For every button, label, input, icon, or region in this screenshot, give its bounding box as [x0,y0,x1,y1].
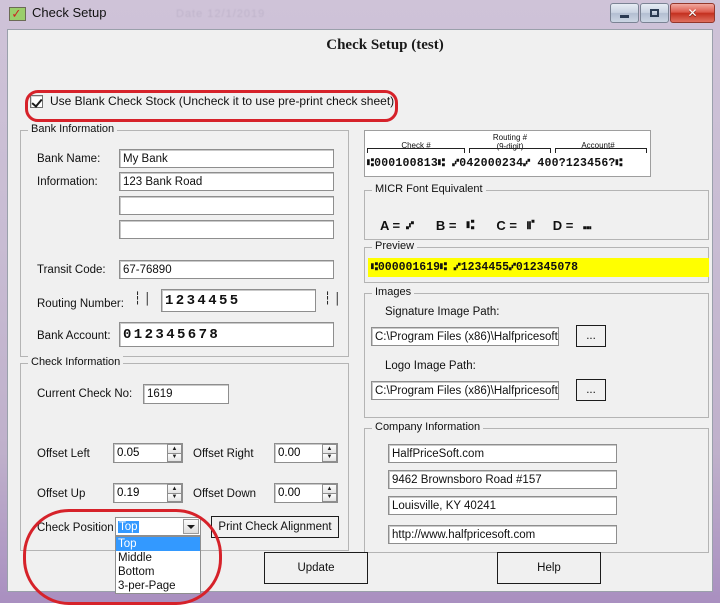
offset-right-spin-down[interactable]: ▼ [322,452,337,462]
minimize-button[interactable] [610,3,639,23]
check-no-bracket [367,148,465,153]
use-blank-check-stock-label: Use Blank Check Stock (Uncheck it to use… [50,94,395,108]
transit-code-label: Transit Code: [37,264,106,276]
company-city-state-zip-input[interactable]: Louisville, KY 40241 [388,496,617,515]
bank-information-group: Bank Information Bank Name: My Bank Info… [20,123,349,357]
use-blank-check-stock-checkbox[interactable] [30,94,43,108]
bank-information-legend: Bank Information [28,123,118,135]
signature-browse-button[interactable]: ... [576,325,606,347]
routing-number-label: Routing Number: [37,298,124,310]
micr-equiv-a-glyph: ⑇ [406,218,414,233]
information-line3-input[interactable] [119,220,334,239]
micr-font-equivalent-row: A = ⑇ B = ⑆ C = ⑈ D = ⑉ [380,218,680,233]
update-button[interactable]: Update [264,552,368,584]
micr-equiv-b-label: B = [435,218,457,233]
close-button[interactable]: ✕ [670,3,715,23]
offset-up-spin-down[interactable]: ▼ [167,492,182,502]
micr-equiv-d-glyph: ⑉ [583,218,592,233]
offset-right-label: Offset Right [193,448,254,460]
use-blank-check-stock-row[interactable]: Use Blank Check Stock (Uncheck it to use… [30,94,394,108]
background-window-text: Date 12/1/2019 [176,8,266,20]
micr-equiv-d-label: D = [552,218,574,233]
offset-left-spin-up[interactable]: ▲ [167,444,182,453]
offset-down-spin-up[interactable]: ▲ [322,484,337,493]
information-label: Information: [37,176,98,188]
company-address-input[interactable]: 9462 Brownsboro Road #157 [388,470,617,489]
bank-account-label: Bank Account: [37,330,111,342]
check-position-option-bottom[interactable]: Bottom [116,565,200,579]
information-line2-input[interactable] [119,196,334,215]
window-title: Check Setup [32,5,107,20]
bank-name-input[interactable]: My Bank [119,149,334,168]
company-name-input[interactable]: HalfPriceSoft.com [388,444,617,463]
chevron-down-icon[interactable] [183,519,199,534]
check-position-combobox[interactable]: Top [115,517,201,536]
dialog-client-area: Check Setup (test) Use Blank Check Stock… [7,29,713,605]
window-controls: ✕ [609,2,715,24]
offset-left-label: Offset Left [37,448,90,460]
current-check-no-label: Current Check No: [37,388,133,400]
check-sample-diagram: Check # Routing # (9-digit) Account# ⑆00… [364,130,651,177]
preview-micr-line: ⑆000001619⑆ ⑇1234455⑇012345078 [368,258,709,277]
check-setup-window: ✓ Check Setup Date 12/1/2019 ✕ Check Set… [0,0,720,605]
logo-image-path-input[interactable]: C:\Program Files (x86)\Halfpricesoft\e [371,381,559,400]
offset-right-stepper[interactable]: 0.00 ▲ ▼ [274,443,338,463]
micr-font-equivalent-legend: MICR Font Equivalent [372,183,486,195]
logo-browse-button[interactable]: ... [576,379,606,401]
information-line1-input[interactable]: 123 Bank Road [119,172,334,191]
offset-up-stepper[interactable]: 0.19 ▲ ▼ [113,483,183,503]
check-document-icon: ✓ [9,7,26,21]
routing-bracket [469,148,551,153]
offset-up-spin-up[interactable]: ▲ [167,484,182,493]
print-check-alignment-button[interactable]: Print Check Alignment [211,516,339,538]
check-position-dropdown-list[interactable]: Top Middle Bottom 3-per-Page [115,536,201,594]
offset-up-label: Offset Up [37,488,86,500]
bank-account-input[interactable]: 012345678 [119,322,334,347]
signature-image-path-label: Signature Image Path: [385,306,500,318]
routing-number-input[interactable]: 1234455 [161,289,316,312]
check-position-option-top[interactable]: Top [116,537,200,551]
bank-name-label: Bank Name: [37,153,101,165]
check-position-option-middle[interactable]: Middle [116,551,200,565]
images-legend: Images [372,286,415,298]
page-title: Check Setup (test) [326,37,444,53]
offset-down-spin-down[interactable]: ▼ [322,492,337,502]
offset-left-spin-buttons[interactable]: ▲ ▼ [167,444,182,462]
offset-right-spin-buttons[interactable]: ▲ ▼ [322,444,337,462]
offset-left-spin-down[interactable]: ▼ [167,452,182,462]
check-position-value: Top [118,520,139,533]
offset-down-spin-buttons[interactable]: ▲ ▼ [322,484,337,502]
offset-down-stepper[interactable]: 0.00 ▲ ▼ [274,483,338,503]
images-group: Images Signature Image Path: C:\Program … [364,286,709,418]
company-information-group: Company Information HalfPriceSoft.com 94… [364,421,709,553]
offset-up-spin-buttons[interactable]: ▲ ▼ [167,484,182,502]
micr-equiv-c-label: C = [496,218,517,233]
routing-prefix-symbol: ┆│ [134,292,154,306]
check-position-option-3-per-page[interactable]: 3-per-Page [116,579,200,593]
routing-suffix-symbol: ┆│ [324,292,344,306]
check-position-label: Check Position [37,522,114,534]
transit-code-input[interactable]: 67-76890 [119,260,334,279]
preview-legend: Preview [372,240,418,252]
account-bracket [555,148,647,153]
maximize-button[interactable] [640,3,669,23]
offset-left-stepper[interactable]: 0.05 ▲ ▼ [113,443,183,463]
micr-equiv-a-label: A = [380,218,401,233]
offset-down-label: Offset Down [193,488,257,500]
company-website-input[interactable]: http://www.halfpricesoft.com [388,525,617,544]
company-information-legend: Company Information [372,421,484,433]
micr-equiv-c-glyph: ⑈ [526,218,535,233]
offset-right-spin-up[interactable]: ▲ [322,444,337,453]
title-bar: ✓ Check Setup Date 12/1/2019 ✕ [0,0,720,29]
routing-bracket-label-1: Routing # [492,133,528,142]
logo-image-path-label: Logo Image Path: [385,360,476,372]
signature-image-path-input[interactable]: C:\Program Files (x86)\Halfpricesoft\e [371,327,559,346]
help-button[interactable]: Help [497,552,601,584]
check-sample-micr-line: ⑆000100813⑆ ⑇042000234⑇ 400?123456?⑆ [367,157,623,170]
current-check-no-input[interactable]: 1619 [143,384,229,404]
check-information-legend: Check Information [28,356,124,368]
micr-equiv-b-glyph: ⑆ [466,218,475,233]
